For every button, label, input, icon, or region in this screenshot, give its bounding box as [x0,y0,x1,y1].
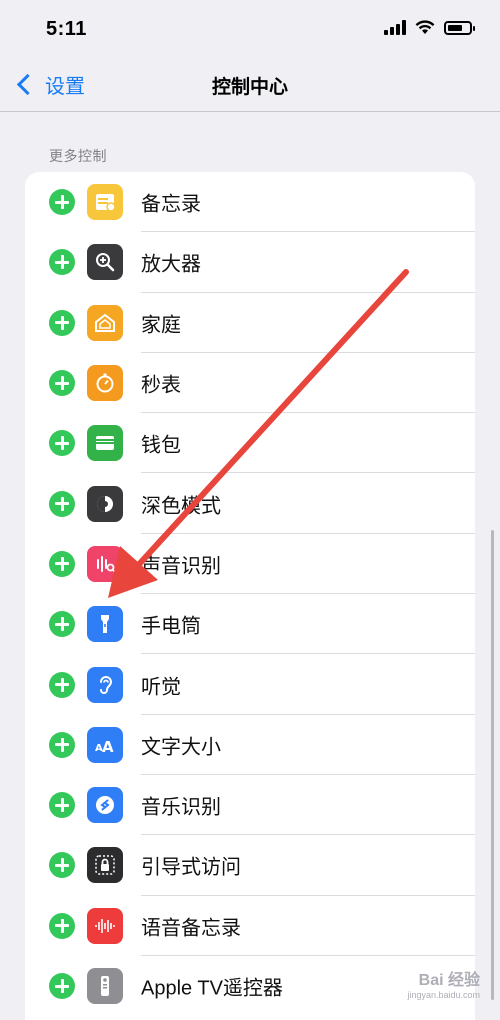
stopwatch-icon [87,365,123,402]
control-label: 声音识别 [141,555,221,578]
home-icon [87,304,123,341]
list-item: 深色模式 [25,473,475,534]
sound-recognition-icon [87,545,123,582]
control-label: Apple TV遥控器 [141,977,283,1000]
shazam-icon [87,787,123,824]
add-control-button[interactable] [49,852,75,879]
text-size-icon: AA [87,726,123,763]
add-control-button[interactable] [49,189,75,216]
list-item: 引导式访问 [25,835,475,896]
voice-memos-icon [87,907,123,944]
control-label: 文字大小 [141,736,221,759]
control-label: 语音备忘录 [141,917,241,940]
add-control-button[interactable] [49,792,75,819]
watermark-text: Bai 经验 [418,972,480,989]
page-title: 控制中心 [211,77,288,98]
list-item: A A 文字大小 [25,715,475,775]
control-label: 深色模式 [141,495,221,518]
dark-mode-icon [87,485,123,522]
list-item: 声音识别 [25,534,475,595]
add-control-button[interactable] [49,671,75,698]
apple-tv-remote-icon [87,968,123,1004]
list-item: 听觉 [25,654,475,715]
add-control-button[interactable] [49,550,75,577]
control-label: 家庭 [141,314,181,337]
list-item: 手电筒 [25,594,475,655]
wallet-icon [87,425,123,462]
watermark: Bai 经验 jingyan.baidu.com [407,972,480,1002]
list-item: 音乐识别 [25,775,475,836]
add-control-button[interactable] [49,249,75,276]
scrollbar[interactable] [491,530,494,1000]
navigation-bar: 设置 控制中心 [0,60,500,112]
notes-icon [87,184,123,221]
add-control-button[interactable] [49,490,75,517]
list-item: 放大器 [25,232,475,293]
control-label: 音乐识别 [141,796,221,819]
add-control-button[interactable] [49,912,75,939]
more-controls-list: 备忘录放大器家庭秒表钱包深色模式声音识别手电筒听觉 A A 文字大小音乐识别引导式访问… [25,172,475,1020]
battery-icon [444,20,475,35]
svg-text:A: A [102,738,114,756]
list-item: 备忘录 [25,172,475,233]
control-label: 手电筒 [141,615,201,638]
magnifier-icon [87,244,123,281]
status-icons [384,20,475,35]
watermark-url: jingyan.baidu.com [407,990,480,1000]
add-control-button[interactable] [49,309,75,336]
list-item: 秒表 [25,353,475,414]
cellular-signal-icon [384,20,406,35]
list-item: 家庭 [25,293,475,353]
add-control-button[interactable] [49,370,75,397]
status-time: 5:11 [46,18,87,40]
wifi-icon [415,20,435,34]
add-control-button[interactable] [49,731,75,758]
control-label: 备忘录 [141,193,201,216]
list-item: 语音备忘录 [25,896,475,956]
status-bar: 5:11 [0,0,500,60]
control-label: 放大器 [141,253,201,276]
control-label: 秒表 [141,374,181,397]
section-header: 更多控制 [49,148,107,164]
control-label: 听觉 [141,676,181,699]
hearing-icon [87,666,123,703]
control-label: 引导式访问 [141,856,241,879]
add-control-button[interactable] [49,973,75,999]
guided-access-icon [87,847,123,884]
control-label: 钱包 [141,434,181,457]
add-control-button[interactable] [49,611,75,638]
list-item: 钱包 [25,413,475,474]
flashlight-icon [87,606,123,643]
add-control-button[interactable] [49,430,75,457]
